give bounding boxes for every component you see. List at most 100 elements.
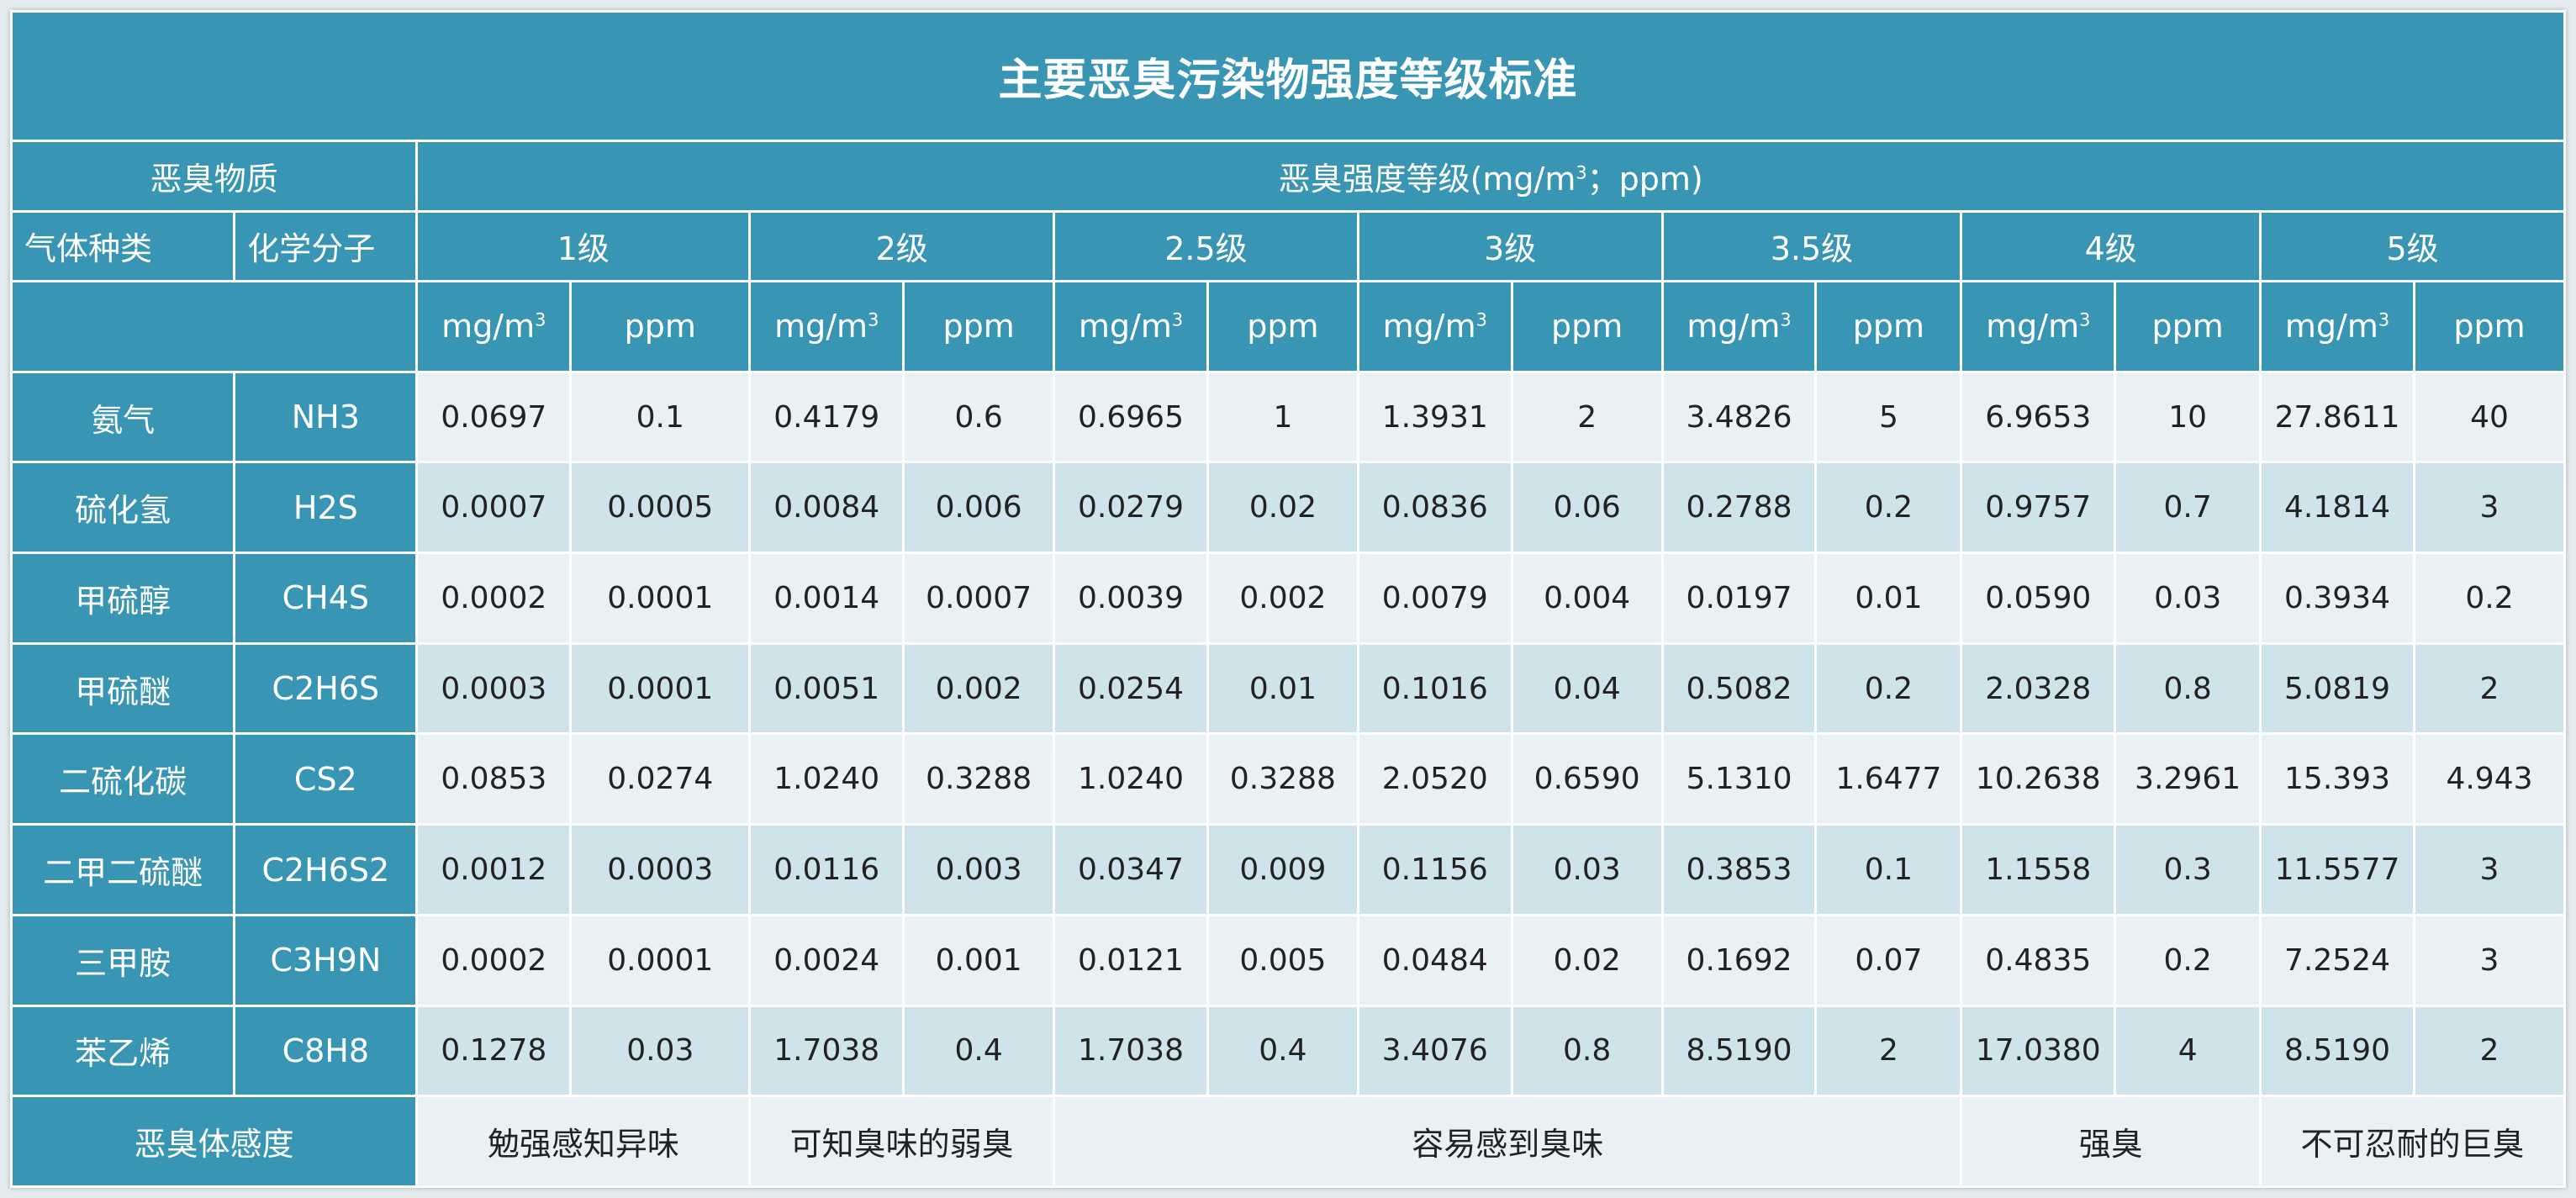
perception-cell: 容易感到臭味	[1053, 1095, 1963, 1188]
value-mg-cell: 0.0590	[1960, 552, 2117, 645]
header-level: 1级	[415, 209, 752, 283]
value-ppm-cell: 0.03	[2114, 552, 2262, 645]
value-ppm-cell: 0.2	[2412, 552, 2567, 645]
value-ppm-cell: 10	[2114, 370, 2262, 464]
value-mg-cell: 17.0380	[1960, 1004, 2117, 1098]
unit-mg-sup: 3	[1475, 309, 1487, 330]
unit-mg-sup: 3	[535, 309, 546, 330]
value-ppm-cell: 1	[1206, 370, 1359, 464]
header-level: 4级	[1960, 209, 2262, 283]
value-ppm-cell: 4	[2114, 1004, 2262, 1098]
value-ppm-cell: 3.2961	[2114, 732, 2262, 826]
gas-formula: C2H6S2	[233, 823, 419, 916]
header-unit-ppm: ppm	[902, 280, 1056, 373]
value-ppm-cell: 40	[2412, 370, 2567, 464]
value-mg-cell: 0.0084	[748, 461, 905, 555]
value-mg-cell: 0.0039	[1053, 552, 1209, 645]
value-ppm-cell: 4.943	[2412, 732, 2567, 826]
unit-mg-text: mg/m	[1986, 308, 2080, 346]
value-mg-cell: 0.0079	[1356, 552, 1513, 645]
value-mg-cell: 0.1016	[1356, 641, 1513, 736]
value-mg-cell: 0.0484	[1356, 913, 1513, 1007]
gas-name: 二硫化碳	[9, 732, 236, 826]
value-ppm-cell: 0.6	[902, 370, 1056, 464]
table-title: 主要恶臭污染物强度等级标准	[10, 10, 2566, 142]
value-mg-cell: 0.1156	[1356, 823, 1513, 916]
header-formula: 化学分子	[233, 209, 419, 283]
value-mg-cell: 0.0007	[415, 461, 573, 555]
value-ppm-cell: 0.006	[902, 461, 1056, 555]
table-row: 三甲胺 C3H9N 0.0002 0.0001 0.0024 0.001 0.0121 0.0…	[9, 913, 2567, 1007]
value-ppm-cell: 0.03	[1510, 823, 1664, 916]
value-ppm-cell: 0.0005	[569, 461, 752, 555]
header-unit-ppm: ppm	[1814, 280, 1963, 373]
value-ppm-cell: 2	[2412, 1004, 2567, 1098]
value-ppm-cell: 0.2	[2114, 913, 2262, 1007]
value-mg-cell: 0.5082	[1660, 641, 1818, 736]
gas-formula: C2H6S	[233, 641, 419, 736]
header-level: 2级	[748, 209, 1056, 283]
gas-name: 氨气	[9, 370, 236, 464]
value-ppm-cell: 0.0274	[569, 732, 752, 826]
value-mg-cell: 1.7038	[1053, 1004, 1209, 1098]
table-row: 二硫化碳 CS2 0.0853 0.0274 1.0240 0.3288 1.0240 0.3…	[9, 732, 2567, 826]
value-mg-cell: 6.9653	[1960, 370, 2117, 464]
unit-mg-text: mg/m	[2284, 308, 2378, 346]
value-ppm-cell: 0.02	[1206, 461, 1359, 555]
value-ppm-cell: 0.2	[1814, 461, 1963, 555]
value-mg-cell: 0.0003	[415, 641, 573, 736]
value-mg-cell: 0.3934	[2259, 552, 2415, 645]
value-ppm-cell: 0.7	[2114, 461, 2262, 555]
value-ppm-cell: 0.0001	[569, 913, 752, 1007]
value-mg-cell: 4.1814	[2259, 461, 2415, 555]
value-mg-cell: 0.4835	[1960, 913, 2117, 1007]
value-ppm-cell: 0.3288	[1206, 732, 1359, 826]
unit-mg-text: mg/m	[1078, 308, 1172, 346]
perception-row: 恶臭体感度 勉强感知异味 可知臭味的弱臭 容易感到臭味 强臭 不可忍耐的巨臭	[9, 1095, 2566, 1188]
header-unit-ppm: ppm	[569, 280, 752, 373]
header-level: 2.5级	[1053, 209, 1359, 283]
table-row: 甲硫醚 C2H6S 0.0003 0.0001 0.0051 0.002 0.0254 0.0…	[9, 641, 2567, 736]
value-mg-cell: 0.0002	[415, 913, 573, 1007]
header-gas-type: 气体种类	[9, 209, 236, 283]
value-ppm-cell: 0.3	[2114, 823, 2262, 916]
value-mg-cell: 5.0819	[2259, 641, 2415, 736]
value-ppm-cell: 2	[2412, 641, 2567, 736]
value-mg-cell: 3.4076	[1356, 1004, 1513, 1098]
header-blank-cell	[9, 280, 419, 373]
header-unit-ppm: ppm	[2412, 280, 2567, 373]
value-ppm-cell: 0.0003	[569, 823, 752, 916]
value-mg-cell: 0.4179	[748, 370, 905, 464]
odor-intensity-table: 主要恶臭污染物强度等级标准 恶臭物质 恶臭强度等级(mg/m3；ppm) 气体种…	[9, 10, 2567, 1188]
perception-cell: 勉强感知异味	[415, 1095, 752, 1188]
header-unit-mg: mg/m3	[748, 280, 905, 373]
value-mg-cell: 15.393	[2259, 732, 2415, 826]
table-row: 苯乙烯 C8H8 0.1278 0.03 1.7038 0.4 1.7038 0.4 3.407…	[9, 1004, 2567, 1098]
gas-name: 硫化氢	[9, 461, 236, 555]
value-ppm-cell: 0.06	[1510, 461, 1664, 555]
value-mg-cell: 0.0347	[1053, 823, 1209, 916]
table-row: 硫化氢 H2S 0.0007 0.0005 0.0084 0.006 0.0279 0.02 0…	[9, 461, 2567, 555]
value-ppm-cell: 3	[2412, 913, 2567, 1007]
value-ppm-cell: 0.4	[902, 1004, 1056, 1098]
header-unit-ppm: ppm	[1510, 280, 1664, 373]
value-mg-cell: 0.6965	[1053, 370, 1209, 464]
value-ppm-cell: 0.0001	[569, 641, 752, 736]
unit-mg-text: mg/m	[1382, 308, 1476, 346]
header-unit-mg: mg/m3	[1960, 280, 2117, 373]
value-ppm-cell: 0.001	[902, 913, 1056, 1007]
perception-cell: 强臭	[1960, 1095, 2262, 1188]
value-mg-cell: 0.2788	[1660, 461, 1818, 555]
value-mg-cell: 0.1692	[1660, 913, 1818, 1007]
value-mg-cell: 0.0116	[748, 823, 905, 916]
value-ppm-cell: 0.01	[1206, 641, 1359, 736]
header-level: 5级	[2259, 209, 2566, 283]
unit-mg-sup: 3	[1780, 309, 1792, 330]
value-ppm-cell: 0.002	[902, 641, 1056, 736]
value-mg-cell: 5.1310	[1660, 732, 1818, 826]
header-intensity-sup: 3	[1576, 162, 1587, 183]
value-mg-cell: 0.0051	[748, 641, 905, 736]
value-mg-cell: 2.0328	[1960, 641, 2117, 736]
perception-cell: 可知臭味的弱臭	[748, 1095, 1056, 1188]
value-mg-cell: 1.3931	[1356, 370, 1513, 464]
